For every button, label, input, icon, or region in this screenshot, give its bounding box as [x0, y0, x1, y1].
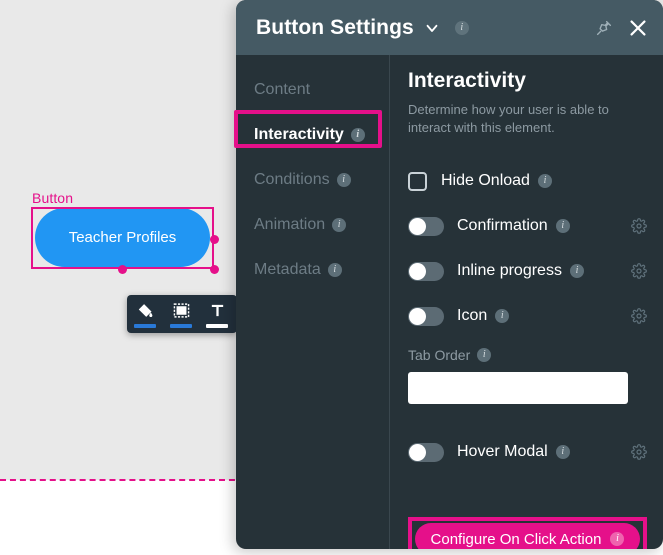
- toggle-knob: [409, 443, 426, 461]
- border-box-icon: [173, 301, 190, 321]
- panel-body: Content Interactivity i Conditions i Ani…: [236, 55, 663, 549]
- text-format-icon: [209, 301, 226, 321]
- sidebar-item-interactivity[interactable]: Interactivity i: [236, 112, 389, 157]
- hover-modal-gear-icon[interactable]: [631, 444, 647, 460]
- hide-onload-label: Hide Onload: [441, 172, 530, 190]
- border-color-swatch: [170, 323, 192, 328]
- selection-outline: [31, 207, 214, 269]
- resize-handle-bottom[interactable]: [118, 265, 127, 274]
- inline-progress-info-icon[interactable]: i: [569, 264, 584, 279]
- fill-color-tool[interactable]: [127, 295, 163, 333]
- icon-row: Icon i: [408, 299, 647, 333]
- sidebar-item-info-icon[interactable]: i: [327, 262, 342, 277]
- panel-content: Interactivity Determine how your user is…: [390, 55, 663, 549]
- close-icon[interactable]: [627, 17, 649, 39]
- text-color-swatch: [206, 323, 228, 328]
- confirmation-row: Confirmation i: [408, 209, 647, 243]
- configure-action-wrapper: Configure On Click Action i: [408, 517, 647, 549]
- sidebar-item-info-icon[interactable]: i: [350, 127, 365, 142]
- hover-modal-toggle[interactable]: [408, 442, 444, 462]
- panel-sidebar: Content Interactivity i Conditions i Ani…: [236, 55, 390, 549]
- sidebar-item-content[interactable]: Content: [236, 67, 389, 112]
- sidebar-item-label: Interactivity: [254, 125, 344, 143]
- sidebar-item-info-icon[interactable]: i: [336, 172, 351, 187]
- inline-progress-label: Inline progress: [457, 262, 562, 280]
- hover-modal-label: Hover Modal: [457, 443, 548, 461]
- text-format-tool[interactable]: [199, 295, 235, 333]
- tab-order-info-icon[interactable]: i: [477, 348, 492, 363]
- sidebar-item-metadata[interactable]: Metadata i: [236, 247, 389, 292]
- toggle-knob: [409, 307, 426, 325]
- icon-gear-icon[interactable]: [631, 308, 647, 324]
- sidebar-item-label: Conditions: [254, 170, 330, 188]
- pin-icon[interactable]: [595, 19, 613, 37]
- panel-title: Button Settings: [256, 15, 414, 39]
- resize-handle-corner[interactable]: [210, 265, 219, 274]
- chevron-down-icon[interactable]: [423, 19, 441, 37]
- hover-modal-row: Hover Modal i: [408, 435, 647, 469]
- inline-progress-toggle[interactable]: [408, 261, 444, 281]
- hover-modal-info-icon[interactable]: i: [555, 445, 570, 460]
- sidebar-item-label: Content: [254, 80, 311, 98]
- toggle-knob: [409, 217, 426, 235]
- inline-progress-gear-icon[interactable]: [631, 263, 647, 279]
- configure-button-info-icon[interactable]: i: [610, 532, 625, 547]
- resize-handle-right[interactable]: [210, 235, 219, 244]
- section-title: Interactivity: [408, 69, 526, 92]
- confirmation-gear-icon[interactable]: [631, 218, 647, 234]
- sidebar-item-label: Metadata: [254, 260, 321, 278]
- button-widget[interactable]: Teacher Profiles: [31, 207, 219, 274]
- inline-progress-row: Inline progress i: [408, 254, 647, 288]
- tab-order-label-row: Tab Order i: [408, 347, 647, 363]
- hide-onload-row: Hide Onload i: [408, 164, 647, 198]
- hide-onload-info-icon[interactable]: i: [537, 174, 552, 189]
- configure-on-click-action-button[interactable]: Configure On Click Action i: [415, 523, 640, 549]
- hide-onload-checkbox[interactable]: [408, 171, 427, 191]
- sidebar-item-conditions[interactable]: Conditions i: [236, 157, 389, 202]
- panel-title-info-icon[interactable]: i: [454, 20, 469, 35]
- sidebar-item-info-icon[interactable]: i: [332, 217, 347, 232]
- element-format-toolbar[interactable]: [127, 295, 237, 333]
- confirmation-toggle[interactable]: [408, 216, 444, 236]
- section-description: Determine how your user is able to inter…: [408, 102, 609, 135]
- configure-button-label: Configure On Click Action: [430, 530, 602, 548]
- border-tool[interactable]: [163, 295, 199, 333]
- icon-toggle[interactable]: [408, 306, 444, 326]
- paint-bucket-icon: [137, 301, 154, 321]
- widget-type-label: Button: [32, 190, 74, 206]
- icon-label: Icon: [457, 307, 488, 325]
- button-settings-panel: Button Settings i Content Interactivity …: [236, 0, 663, 549]
- icon-info-icon[interactable]: i: [495, 309, 510, 324]
- sidebar-item-animation[interactable]: Animation i: [236, 202, 389, 247]
- tab-order-input[interactable]: [408, 372, 628, 405]
- confirmation-label: Confirmation: [457, 217, 548, 235]
- panel-header: Button Settings i: [236, 0, 663, 55]
- toggle-knob: [409, 262, 426, 280]
- tab-order-label: Tab Order: [408, 347, 471, 364]
- sidebar-item-label: Animation: [254, 215, 326, 233]
- fill-color-swatch: [134, 323, 156, 328]
- confirmation-info-icon[interactable]: i: [555, 219, 570, 234]
